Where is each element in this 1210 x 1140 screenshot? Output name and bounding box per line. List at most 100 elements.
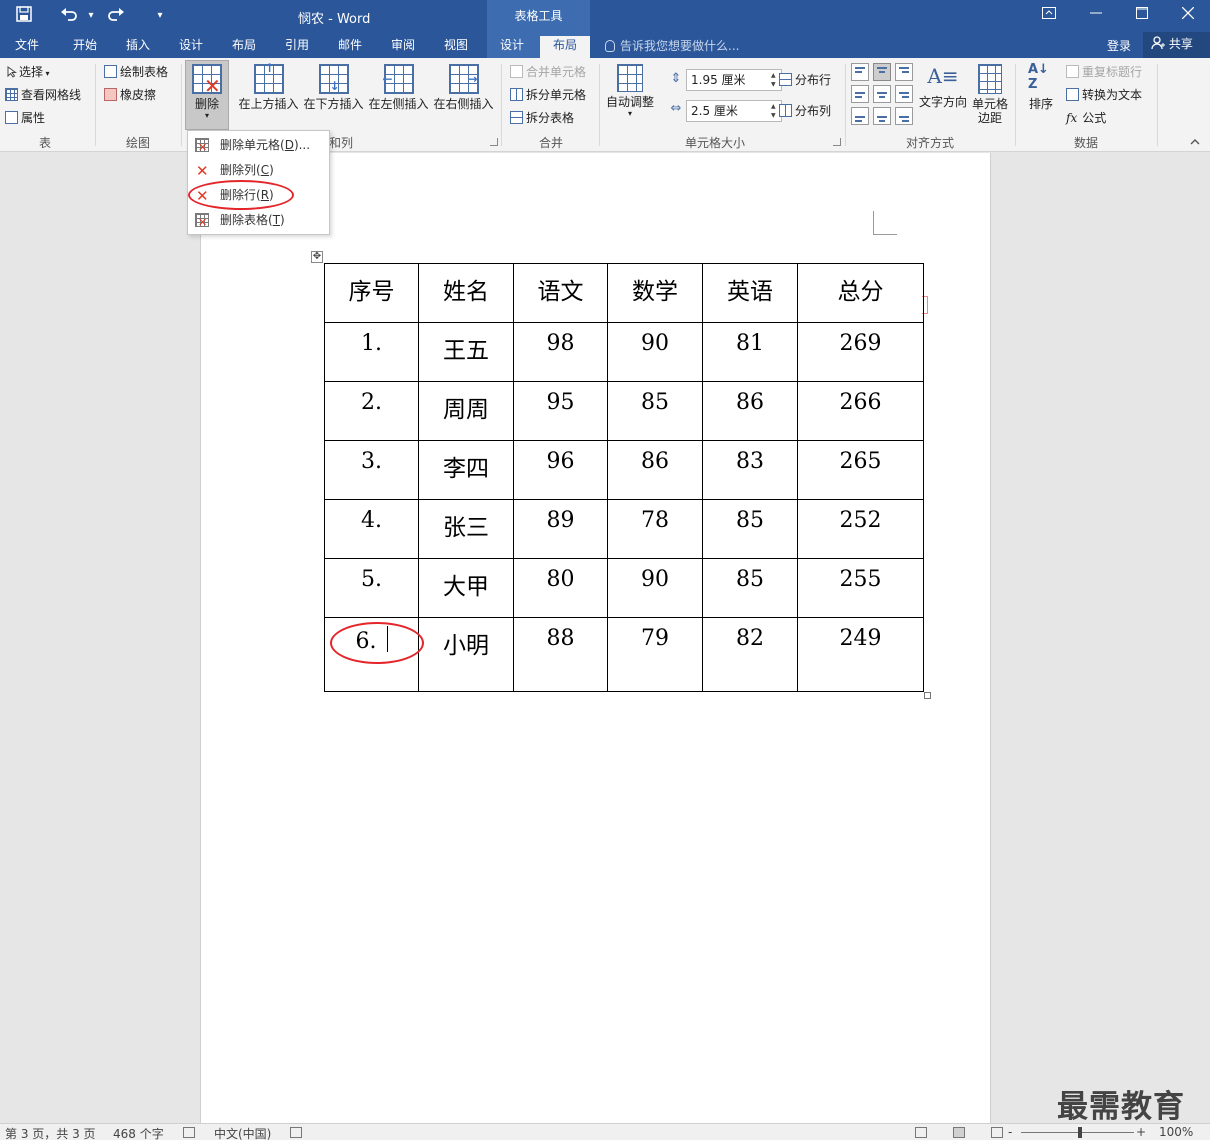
maximize-icon[interactable] xyxy=(1127,5,1157,25)
language[interactable]: 中文(中国) xyxy=(214,1125,271,1140)
table-cell[interactable]: 1. xyxy=(324,322,419,382)
tab-table-design[interactable]: 设计 xyxy=(490,36,534,58)
ribbon-display-options-icon[interactable] xyxy=(1034,5,1064,25)
table-cell[interactable]: 小明 xyxy=(418,617,514,692)
redo-icon[interactable] xyxy=(105,6,127,26)
menu-item-delete-cells[interactable]: ✕ 删除单元格(D)... xyxy=(189,133,328,157)
proofing-icon[interactable] xyxy=(183,1127,195,1138)
table-cell[interactable]: 88 xyxy=(513,617,608,692)
tab-design[interactable]: 设计 xyxy=(169,36,213,58)
minimize-icon[interactable] xyxy=(1081,5,1111,25)
split-table-button[interactable]: 拆分表格 xyxy=(510,108,574,128)
align-middle-left-icon[interactable] xyxy=(851,85,869,103)
table-cell[interactable]: 3. xyxy=(324,440,419,500)
table-cell[interactable]: 4. xyxy=(324,499,419,559)
table-cell[interactable]: 96 xyxy=(513,440,608,500)
tab-table-layout[interactable]: 布局 xyxy=(540,36,590,58)
view-gridlines-button[interactable]: 查看网格线 xyxy=(5,85,81,105)
text-direction-button[interactable]: A≡ 文字方向 xyxy=(917,62,969,109)
header-cell[interactable]: 序号 xyxy=(324,263,419,323)
table-cell[interactable]: 5. xyxy=(324,558,419,618)
table-cell[interactable]: 249 xyxy=(797,617,924,692)
page-count[interactable]: 第 3 页，共 3 页 xyxy=(5,1125,96,1140)
print-layout-icon[interactable] xyxy=(953,1127,965,1138)
table-cell[interactable]: 78 xyxy=(607,499,703,559)
table-cell[interactable]: 王五 xyxy=(418,322,514,382)
table-cell[interactable]: 85 xyxy=(702,499,798,559)
eraser-button[interactable]: 橡皮擦 xyxy=(104,85,156,105)
zoom-slider-thumb[interactable] xyxy=(1078,1127,1082,1138)
table-cell[interactable]: 李四 xyxy=(418,440,514,500)
header-cell[interactable]: 姓名 xyxy=(418,263,514,323)
cell-size-launcher-icon[interactable] xyxy=(833,138,841,146)
align-bottom-center-icon[interactable] xyxy=(873,107,891,125)
table-cell[interactable]: 82 xyxy=(702,617,798,692)
tab-view[interactable]: 视图 xyxy=(434,36,478,58)
read-mode-icon[interactable] xyxy=(915,1127,927,1138)
tab-references[interactable]: 引用 xyxy=(275,36,319,58)
zoom-level[interactable]: 100% xyxy=(1159,1125,1193,1139)
tab-home[interactable]: 开始 xyxy=(63,36,107,58)
row-height-input[interactable]: 1.95 厘米 ▲ ▼ xyxy=(686,69,782,91)
header-cell[interactable]: 数学 xyxy=(607,263,703,323)
macro-record-icon[interactable] xyxy=(290,1127,302,1138)
table-cell[interactable]: 81 xyxy=(702,322,798,382)
distribute-cols-button[interactable]: 分布列 xyxy=(779,101,831,121)
tab-mailings[interactable]: 邮件 xyxy=(328,36,372,58)
table-cell[interactable]: 95 xyxy=(513,381,608,441)
align-bottom-right-icon[interactable] xyxy=(895,107,913,125)
zoom-in-button[interactable]: + xyxy=(1136,1125,1146,1139)
column-width-spinner-icon[interactable]: ▲ ▼ xyxy=(771,102,779,120)
table-cell[interactable]: 80 xyxy=(513,558,608,618)
split-cells-button[interactable]: 拆分单元格 xyxy=(510,85,586,105)
table-cell[interactable]: 98 xyxy=(513,322,608,382)
distribute-rows-button[interactable]: 分布行 xyxy=(779,70,831,90)
table-cell[interactable]: 83 xyxy=(702,440,798,500)
merge-cells-button[interactable]: 合并单元格 xyxy=(510,62,586,82)
align-top-left-icon[interactable] xyxy=(851,63,869,81)
table-move-handle-icon[interactable]: ✥ xyxy=(311,251,323,263)
properties-button[interactable]: 属性 xyxy=(5,108,45,128)
tab-layout[interactable]: 布局 xyxy=(222,36,266,58)
web-layout-icon[interactable] xyxy=(991,1127,1003,1138)
table-cell[interactable]: 86 xyxy=(702,381,798,441)
table-cell[interactable]: 85 xyxy=(702,558,798,618)
align-top-right-icon[interactable] xyxy=(895,63,913,81)
tell-me-search[interactable]: 告诉我您想要做什么... xyxy=(605,37,739,54)
table-resize-handle-icon[interactable] xyxy=(924,692,931,699)
header-cell[interactable]: 英语 xyxy=(702,263,798,323)
table-cell[interactable]: 266 xyxy=(797,381,924,441)
zoom-out-button[interactable]: - xyxy=(1008,1125,1012,1139)
insert-left-button[interactable]: ← 在左侧插入 xyxy=(367,64,430,111)
header-cell[interactable]: 语文 xyxy=(513,263,608,323)
rows-cols-launcher-icon[interactable] xyxy=(490,138,498,146)
sort-button[interactable]: A↓ Z 排序 xyxy=(1022,62,1060,111)
sign-in-link[interactable]: 登录 xyxy=(1107,37,1131,54)
cell-margins-button[interactable]: 单元格 边距 xyxy=(969,64,1011,125)
word-count[interactable]: 468 个字 xyxy=(113,1125,164,1140)
tab-file[interactable]: 文件 xyxy=(5,36,49,58)
insert-below-button[interactable]: ↓ 在下方插入 xyxy=(302,64,365,111)
formula-button[interactable]: fx 公式 xyxy=(1066,108,1106,128)
table-cell[interactable]: 252 xyxy=(797,499,924,559)
header-cell[interactable]: 总分 xyxy=(797,263,924,323)
insert-above-button[interactable]: ↑ 在上方插入 xyxy=(237,61,300,111)
table-cell[interactable]: 89 xyxy=(513,499,608,559)
table-cell[interactable]: 255 xyxy=(797,558,924,618)
menu-item-delete-table[interactable]: ✕ 删除表格(T) xyxy=(189,208,328,232)
align-middle-right-icon[interactable] xyxy=(895,85,913,103)
delete-button-content[interactable]: ✕ 删除 ▾ xyxy=(186,64,228,121)
table-cell[interactable]: 周周 xyxy=(418,381,514,441)
tab-review[interactable]: 审阅 xyxy=(381,36,425,58)
grades-table[interactable]: 序号 姓名 语文 数学 英语 总分 1. 王五 98 90 81 269 2. … xyxy=(324,263,924,692)
customize-qat-icon[interactable]: ▾ xyxy=(149,6,171,26)
draw-table-button[interactable]: 绘制表格 xyxy=(104,62,168,82)
menu-item-delete-columns[interactable]: ✕ 删除列(C) xyxy=(189,158,328,182)
table-cell[interactable]: 90 xyxy=(607,322,703,382)
insert-right-button[interactable]: → 在右侧插入 xyxy=(432,64,495,111)
column-width-input[interactable]: 2.5 厘米 ▲ ▼ xyxy=(686,100,782,122)
table-cell[interactable]: 90 xyxy=(607,558,703,618)
repeat-header-rows-button[interactable]: 重复标题行 xyxy=(1066,62,1142,82)
align-bottom-left-icon[interactable] xyxy=(851,107,869,125)
autofit-button[interactable]: 自动调整 ▾ xyxy=(603,64,657,119)
